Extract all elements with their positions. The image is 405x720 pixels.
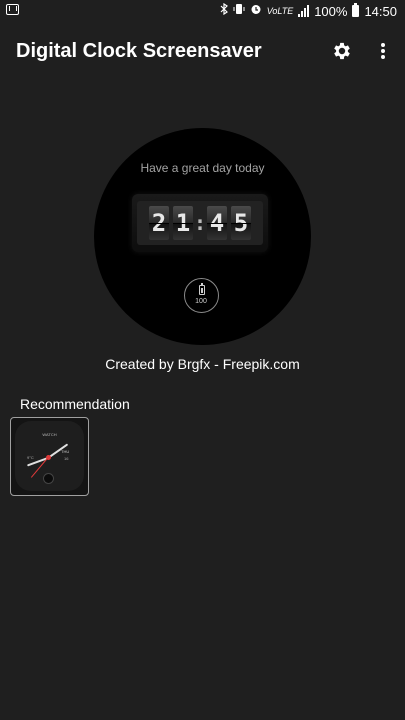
watch-brand: WATCH xyxy=(42,432,57,437)
clock-preview[interactable]: Have a great day today 2 1 : 4 5 100 xyxy=(94,128,311,345)
battery-subdial xyxy=(43,473,54,484)
app-bar: Digital Clock Screensaver xyxy=(0,24,405,80)
greeting-text: Have a great day today xyxy=(140,161,265,175)
time-separator: : xyxy=(193,211,207,235)
watch-temp: 9°C xyxy=(27,455,34,460)
more-options-button[interactable] xyxy=(372,38,394,64)
alarm-icon xyxy=(250,3,262,19)
more-vert-icon xyxy=(381,43,385,59)
battery-icon xyxy=(352,3,360,17)
system-icons: VoLTE 100% 14:50 xyxy=(220,2,397,19)
vibrate-icon xyxy=(233,3,245,19)
page-title: Digital Clock Screensaver xyxy=(16,40,262,62)
credit-text: Created by Brgfx - Freepik.com xyxy=(105,356,300,372)
settings-button[interactable] xyxy=(329,38,355,64)
volte-icon: VoLTE xyxy=(266,6,294,16)
flip-clock: 2 1 : 4 5 xyxy=(132,194,268,252)
status-bar: VoLTE 100% 14:50 xyxy=(0,0,405,24)
battery-indicator: 100 xyxy=(184,278,219,313)
recommendation-heading: Recommendation xyxy=(20,396,130,412)
battery-percent: 100% xyxy=(314,3,348,19)
watch-day: THU xyxy=(61,449,70,454)
signal-icon xyxy=(298,5,310,17)
minute-tens-digit: 4 xyxy=(207,206,227,240)
minute-ones-digit: 5 xyxy=(231,206,251,240)
bluetooth-icon xyxy=(220,2,228,19)
gmail-icon xyxy=(6,4,19,15)
gear-icon xyxy=(334,42,350,60)
battery-level: 100 xyxy=(195,298,207,305)
watch-face-preview: WATCH 9°C THU 16 xyxy=(15,421,84,491)
watch-date: 16 xyxy=(64,456,69,461)
notification-area xyxy=(6,4,19,15)
hour-tens-digit: 2 xyxy=(149,206,169,240)
hand-pivot xyxy=(46,455,51,460)
hour-ones-digit: 1 xyxy=(173,206,193,240)
status-time: 14:50 xyxy=(364,3,397,19)
battery-icon xyxy=(199,283,205,295)
recommendation-thumbnail[interactable]: WATCH 9°C THU 16 xyxy=(10,417,89,496)
